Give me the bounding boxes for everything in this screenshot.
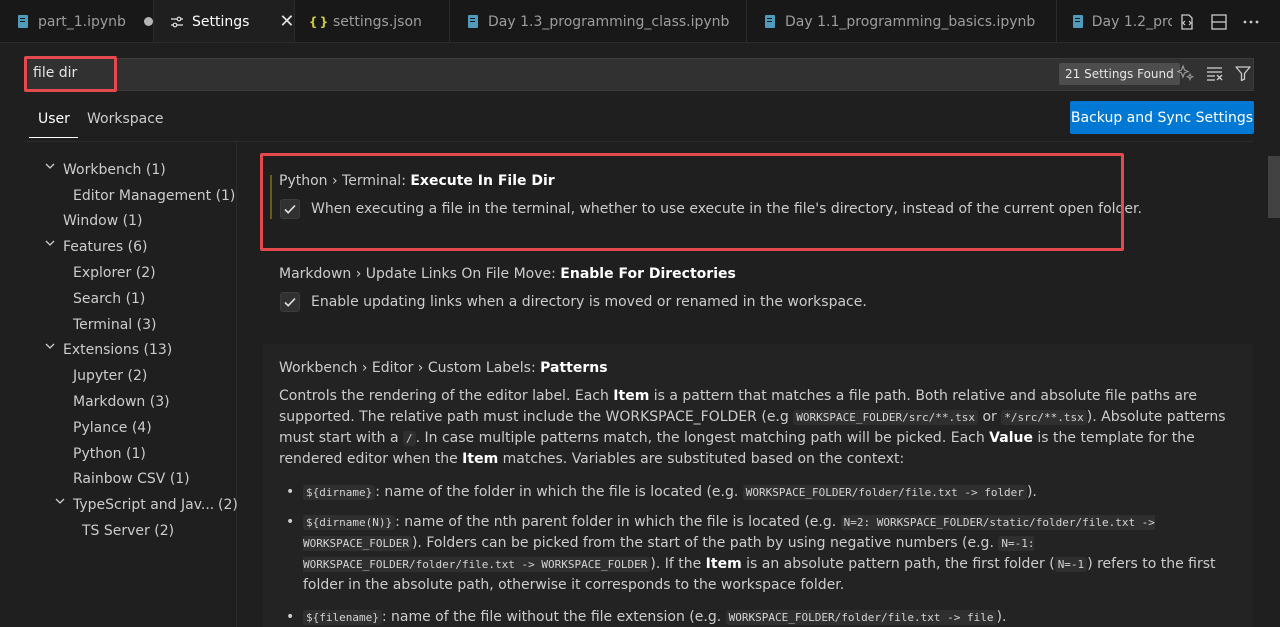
json-braces-icon: { } xyxy=(308,14,328,29)
chevron-down-icon[interactable] xyxy=(44,340,56,355)
tab-label: Day 1.3_programming_class.ipynb xyxy=(488,13,730,30)
close-icon[interactable]: ✕ xyxy=(279,12,294,31)
tab-label: Settings xyxy=(192,13,250,30)
setting-description: Controls the rendering of the editor lab… xyxy=(279,388,1226,467)
tab-workspace-settings[interactable]: Workspace xyxy=(87,111,164,127)
open-settings-json-icon[interactable] xyxy=(1178,13,1196,31)
tab-part-1[interactable]: part_1.ipynb xyxy=(0,0,154,42)
tab-user-settings[interactable]: User xyxy=(29,111,78,138)
notebook-icon xyxy=(763,15,777,28)
toc-item-features[interactable]: Features (6) xyxy=(63,235,148,259)
more-actions-icon[interactable] xyxy=(1242,13,1260,31)
chevron-down-icon[interactable] xyxy=(44,237,56,252)
enable-for-directories-checkbox[interactable] xyxy=(280,292,300,312)
notebook-icon xyxy=(466,15,480,28)
editor-actions xyxy=(1172,0,1280,42)
editor-tab-bar: part_1.ipynb Settings ✕ { } settings.jso… xyxy=(0,0,1280,43)
tab-day-1-2[interactable]: Day 1.2_pro xyxy=(1057,0,1177,42)
setting-title-custom-labels-patterns: Workbench › Editor › Custom Labels: Patt… xyxy=(279,360,608,376)
list-item: ${filename}: name of the file without th… xyxy=(286,607,1233,627)
notebook-icon xyxy=(16,15,30,28)
toc-item-ts-server[interactable]: TS Server (2) xyxy=(82,519,174,543)
scrollbar-thumb[interactable] xyxy=(1268,156,1280,218)
list-item: ${dirname}: name of the folder in which … xyxy=(286,482,1233,503)
toc-item-pylance[interactable]: Pylance (4) xyxy=(73,416,152,440)
list-item: ${dirname(N)}: name of the nth parent fo… xyxy=(286,512,1233,596)
toc-item-explorer[interactable]: Explorer (2) xyxy=(73,261,156,285)
toc-item-markdown[interactable]: Markdown (3) xyxy=(73,390,170,414)
settings-toc: Workbench (1) Editor Management (1) Wind… xyxy=(0,156,238,627)
chevron-down-icon[interactable] xyxy=(54,495,66,510)
checkmark-icon xyxy=(284,297,296,307)
unsaved-dot-icon[interactable] xyxy=(143,17,153,26)
tab-label: Day 1.1_programming_basics.ipynb xyxy=(785,13,1036,30)
search-highlight-box xyxy=(24,56,117,92)
settings-editor-icon xyxy=(170,16,184,28)
tab-label: part_1.ipynb xyxy=(38,13,126,30)
setting-highlight-box xyxy=(260,153,1124,251)
toc-item-workbench[interactable]: Workbench (1) xyxy=(63,158,166,182)
backup-sync-button[interactable]: Backup and Sync Settings xyxy=(1070,101,1254,134)
settings-list: Python › Terminal: Execute In File Dir W… xyxy=(237,142,1268,627)
toc-item-typescript[interactable]: TypeScript and Jav... (2) xyxy=(73,493,238,517)
tab-label: settings.json xyxy=(333,13,422,30)
filter-icon[interactable] xyxy=(1234,64,1252,86)
toc-item-jupyter[interactable]: Jupyter (2) xyxy=(73,364,147,388)
tab-day-1-1[interactable]: Day 1.1_programming_basics.ipynb xyxy=(747,0,1057,42)
results-count-badge: 21 Settings Found xyxy=(1059,63,1180,85)
tab-settings-json[interactable]: { } settings.json xyxy=(295,0,450,42)
toc-item-editor-management[interactable]: Editor Management (1) xyxy=(73,184,235,208)
toc-item-python[interactable]: Python (1) xyxy=(73,442,146,466)
search-tools xyxy=(1176,64,1252,86)
setting-description: Enable updating links when a directory i… xyxy=(311,294,867,310)
toc-item-window[interactable]: Window (1) xyxy=(63,209,143,233)
ai-search-icon[interactable] xyxy=(1176,64,1196,86)
tab-label: Day 1.2_pro xyxy=(1091,13,1176,30)
split-editor-icon[interactable] xyxy=(1210,13,1228,31)
toc-item-terminal[interactable]: Terminal (3) xyxy=(73,313,156,337)
clear-filter-icon[interactable] xyxy=(1205,64,1225,86)
tab-settings[interactable]: Settings ✕ xyxy=(154,0,295,42)
notebook-icon xyxy=(1073,15,1084,28)
toc-item-rainbow-csv[interactable]: Rainbow CSV (1) xyxy=(73,467,190,491)
tab-day-1-3[interactable]: Day 1.3_programming_class.ipynb xyxy=(450,0,747,42)
toc-item-search[interactable]: Search (1) xyxy=(73,287,145,311)
chevron-down-icon[interactable] xyxy=(44,160,56,175)
setting-title-enable-for-directories: Markdown › Update Links On File Move: En… xyxy=(279,266,736,282)
toc-item-extensions[interactable]: Extensions (13) xyxy=(63,338,172,362)
